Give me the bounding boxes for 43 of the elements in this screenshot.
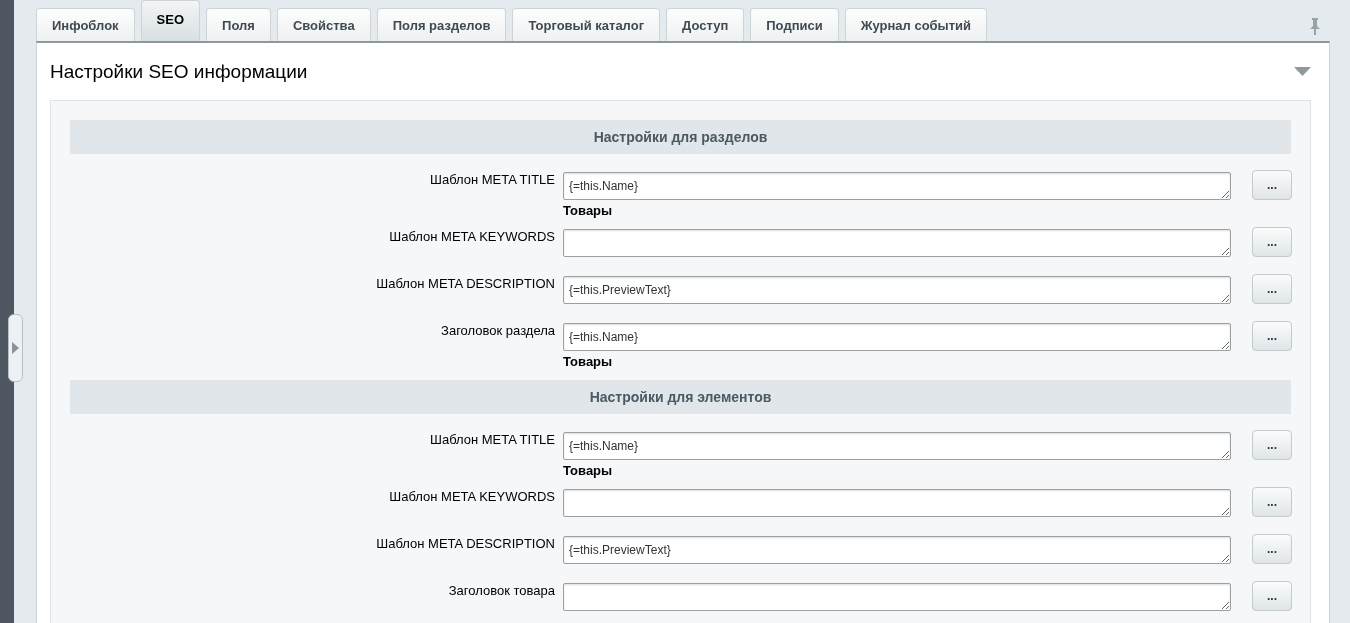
- section-header: Настройки для разделов: [70, 120, 1291, 154]
- input-field[interactable]: [563, 583, 1231, 611]
- more-button[interactable]: ...: [1252, 534, 1292, 564]
- field-label: Шаблон META TITLE: [429, 432, 555, 449]
- tab[interactable]: Торговый каталог: [512, 8, 661, 41]
- panel-title: Настройки SEO информации: [50, 60, 308, 83]
- field-hint: Товары: [563, 354, 614, 369]
- more-button[interactable]: ...: [1252, 430, 1292, 460]
- input-field[interactable]: {=this.PreviewText}: [563, 536, 1231, 564]
- more-button[interactable]: ...: [1252, 274, 1292, 304]
- more-button[interactable]: ...: [1252, 227, 1292, 257]
- field-label: Шаблон META KEYWORDS: [388, 489, 555, 506]
- more-button[interactable]: ...: [1252, 487, 1292, 517]
- more-button[interactable]: ...: [1252, 581, 1292, 611]
- tab[interactable]: Поля разделов: [376, 8, 507, 41]
- collapse-handle[interactable]: [8, 314, 23, 382]
- play-icon: [12, 342, 19, 354]
- tab[interactable]: Поля: [206, 8, 271, 41]
- field-label: Шаблон META DESCRIPTION: [375, 536, 555, 553]
- pin-icon[interactable]: [1310, 18, 1320, 35]
- more-button[interactable]: ...: [1252, 170, 1292, 200]
- input-field[interactable]: {=this.Name}: [563, 432, 1231, 460]
- tab[interactable]: Свойства: [276, 8, 371, 41]
- field-hint: Товары: [563, 203, 614, 218]
- tab[interactable]: Доступ: [666, 8, 745, 41]
- tab[interactable]: Инфоблок: [36, 8, 135, 41]
- tab[interactable]: Журнал событий: [844, 8, 988, 41]
- field-label: Шаблон META TITLE: [429, 172, 555, 189]
- input-field[interactable]: {=this.Name}: [563, 323, 1231, 351]
- field-label: Заголовок товара: [447, 583, 555, 600]
- input-field[interactable]: {=this.PreviewText}: [563, 276, 1231, 304]
- collapse-arrow-icon[interactable]: [1294, 67, 1311, 76]
- input-field[interactable]: {=this.Name}: [563, 172, 1231, 200]
- field-label: Заголовок раздела: [440, 323, 555, 340]
- field-label: Шаблон META KEYWORDS: [388, 229, 555, 246]
- input-field[interactable]: [563, 229, 1231, 257]
- tab[interactable]: SEO: [140, 0, 201, 41]
- field-hint: Товары: [563, 463, 614, 478]
- more-button[interactable]: ...: [1252, 321, 1292, 351]
- field-label: Шаблон META DESCRIPTION: [375, 276, 555, 293]
- section-header: Настройки для элементов: [70, 380, 1291, 414]
- tab[interactable]: Подписи: [750, 8, 839, 41]
- input-field[interactable]: [563, 489, 1231, 517]
